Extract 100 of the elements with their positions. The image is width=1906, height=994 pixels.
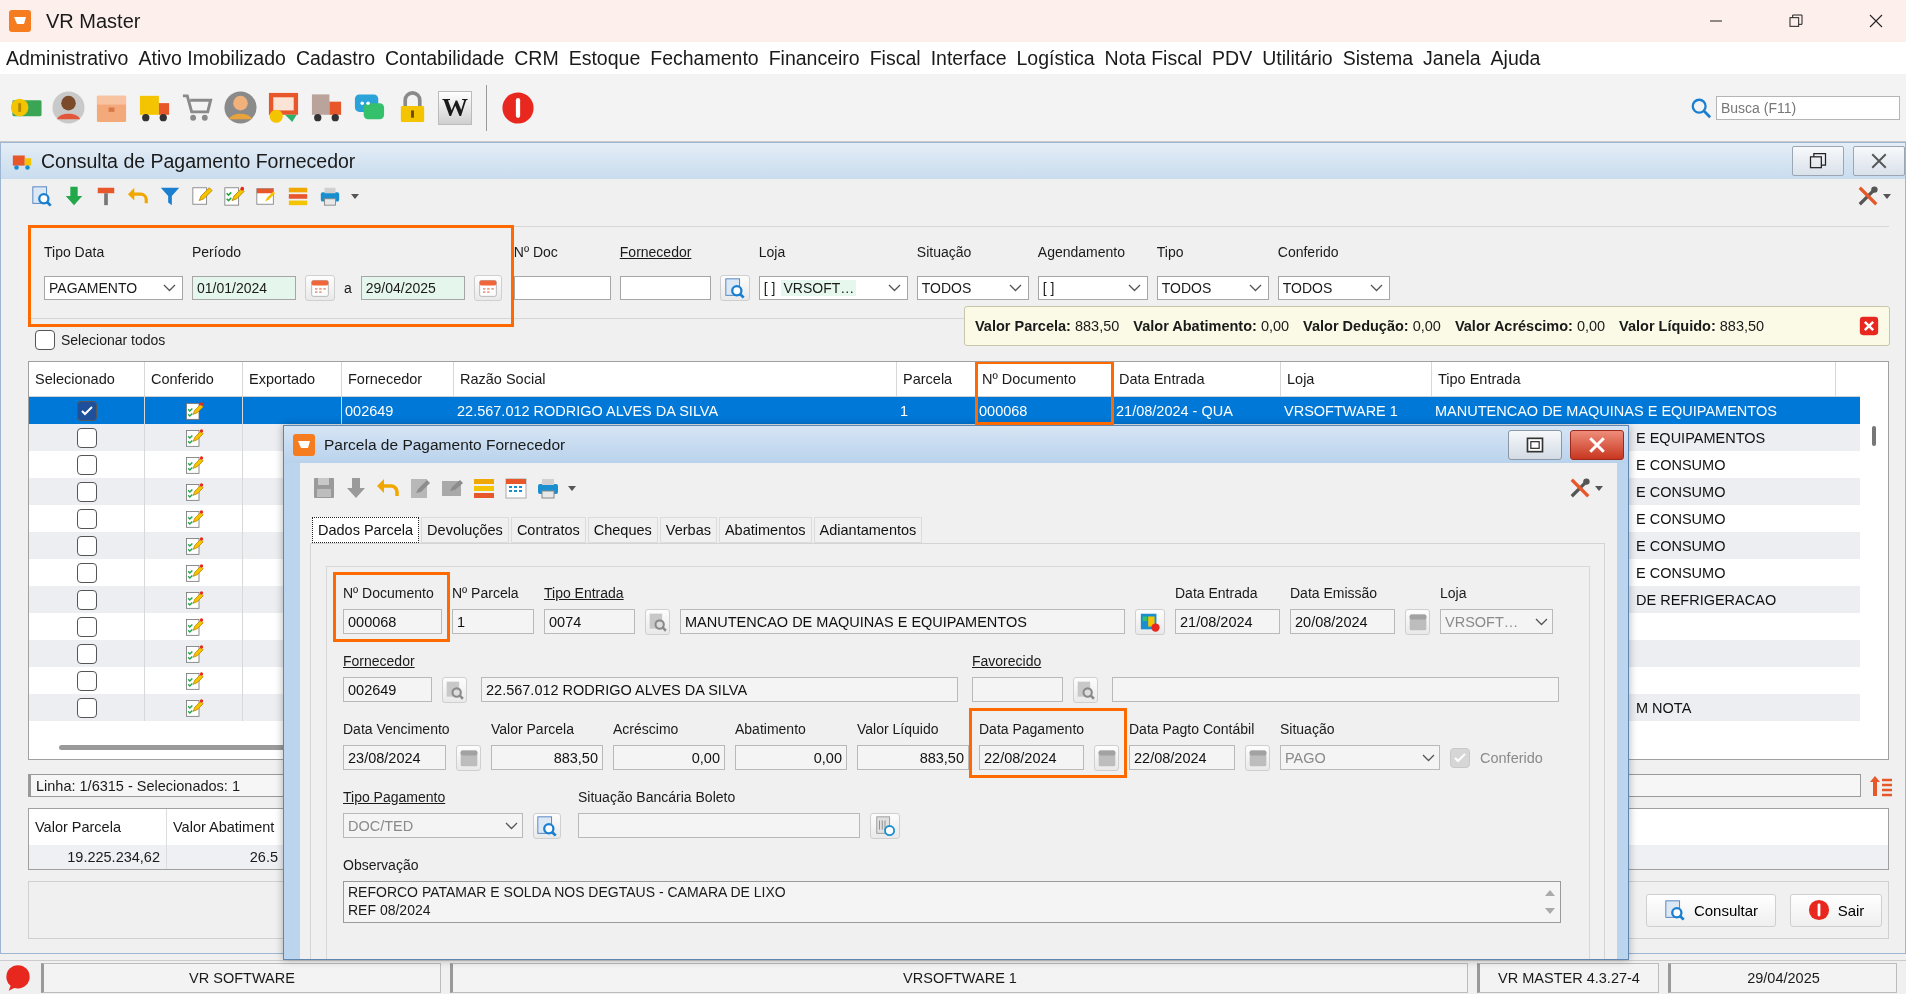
column-header[interactable]: Nº Documento [976,362,1113,396]
input-field[interactable]: 20/08/2024 [1290,609,1395,634]
menu-item[interactable]: Cadastro [295,46,375,70]
menu-item[interactable]: Nota Fiscal [1104,46,1203,70]
dropdown[interactable]: TODOS [1277,276,1390,300]
caret-icon[interactable] [1595,485,1603,491]
menu-item[interactable]: Ajuda [1490,46,1541,70]
tab[interactable]: Devoluções [421,517,509,543]
close-button[interactable] [1570,429,1624,460]
search-field[interactable]: Busca (F11) [1716,95,1900,120]
calendar-button[interactable] [1405,608,1430,635]
menu-item[interactable]: Ativo Imobilizado [138,46,286,70]
input-field[interactable]: 883,50 [857,745,969,770]
dropdown[interactable]: TODOS [1156,276,1269,300]
close-icon[interactable] [1868,13,1884,29]
menu-item[interactable]: PDV [1212,46,1253,70]
checkbox[interactable] [76,400,97,421]
search-button[interactable] [1073,676,1098,703]
column-header[interactable]: Exportado [243,362,342,396]
menu-item[interactable]: Financeiro [768,46,860,70]
checkbox[interactable] [76,697,97,718]
close-button[interactable] [1853,146,1905,176]
stack-icon[interactable] [472,476,496,500]
date-field[interactable]: 01/01/2024 [192,276,296,300]
dropdown[interactable]: [ ] VRSOFT… [758,276,908,300]
tab[interactable]: Contratos [510,517,586,543]
menu-item[interactable]: Estoque [568,46,641,70]
menu-item[interactable]: Logística [1016,46,1095,70]
search-button[interactable] [719,275,750,301]
checkbox[interactable] [76,535,97,556]
vertical-scrollbar[interactable] [1872,426,1876,446]
column-header[interactable]: Selecionado [29,362,145,396]
checkbox[interactable] [76,643,97,664]
menu-item[interactable]: Interface [930,46,1007,70]
tab[interactable]: Verbas [659,517,717,543]
restore-icon[interactable] [1788,13,1804,29]
column-header[interactable]: Tipo Entrada [1432,362,1836,396]
input-field[interactable]: 22/08/2024 [979,745,1084,770]
search-button[interactable] [533,812,561,839]
search-button[interactable] [442,676,467,703]
consultar-button[interactable]: Consultar [1646,893,1776,927]
checkbox[interactable] [76,616,97,637]
arrow-down-icon[interactable] [63,185,85,207]
stop-icon[interactable] [501,90,535,125]
input-field[interactable]: 1 [452,609,534,634]
input-field[interactable] [972,677,1063,702]
checkbox[interactable] [76,508,97,529]
caret-icon[interactable] [351,193,359,199]
checkbox[interactable] [76,454,97,475]
input-field[interactable] [619,276,711,300]
calendar-button[interactable] [456,744,481,771]
search-icon[interactable] [1690,96,1712,119]
printer-icon[interactable] [319,185,341,207]
input-field[interactable]: MANUTENCAO DE MAQUINAS E EQUIPAMENTOS [680,609,1125,634]
entry-button[interactable] [1135,608,1165,635]
column-header[interactable]: Razão Social [454,362,897,396]
store-icon[interactable] [266,90,301,125]
calendar-icon[interactable] [504,476,528,500]
column-header[interactable]: Conferido [145,362,243,396]
tab[interactable]: Dados Parcela [312,517,420,543]
menu-item[interactable]: Sistema [1342,46,1414,70]
calendar-button[interactable] [1245,744,1270,771]
checkbox[interactable] [76,670,97,691]
tab[interactable]: Cheques [587,517,658,543]
maximize-button[interactable] [1508,429,1562,460]
calendar-button[interactable] [473,275,502,301]
menu-item[interactable]: Utilitário [1262,46,1333,70]
date-field[interactable]: 29/04/2025 [360,276,465,300]
calendar-edit-icon[interactable] [255,185,277,207]
notes-field[interactable]: REFORCO PATAMAR E SOLDA NOS DEGTAUS - CAMARA DE LIXO REF 08/2024 [343,881,1561,923]
filter-icon[interactable] [159,185,181,207]
tab[interactable]: Abatimentos [718,517,812,543]
exit-button[interactable]: Sair [1790,893,1882,927]
input-field[interactable] [578,813,860,838]
input-field[interactable]: 002649 [343,677,432,702]
dropdown[interactable]: TODOS [916,276,1029,300]
column-header[interactable]: Loja [1281,362,1432,396]
input-field[interactable]: 22/08/2024 [1129,745,1235,770]
tab[interactable]: Adiantamentos [813,517,923,543]
edit-icon[interactable] [408,476,432,500]
calendar-button[interactable] [305,275,335,301]
checkbox[interactable] [35,330,55,350]
column-header[interactable]: Fornecedor [342,362,454,396]
checkbox[interactable] [76,481,97,502]
checkbox[interactable] [76,562,97,583]
input-field[interactable]: 0074 [544,609,635,634]
input-field[interactable]: 21/08/2024 [1175,609,1280,634]
save-icon[interactable] [312,476,336,500]
menu-item[interactable]: Fechamento [650,46,759,70]
input-field[interactable] [513,276,611,300]
user-icon[interactable] [51,90,86,125]
hammer-icon[interactable] [95,185,117,207]
user-icon[interactable] [223,90,258,125]
stack-icon[interactable] [287,185,309,207]
checkbox[interactable] [76,427,97,448]
input-field[interactable]: 22.567.012 RODRIGO ALVES DA SILVA [481,677,958,702]
caret-icon[interactable] [568,485,576,491]
dropdown[interactable]: PAGAMENTO [44,276,183,300]
column-header[interactable]: Data Entrada [1113,362,1281,396]
checklist-icon[interactable] [223,185,245,207]
